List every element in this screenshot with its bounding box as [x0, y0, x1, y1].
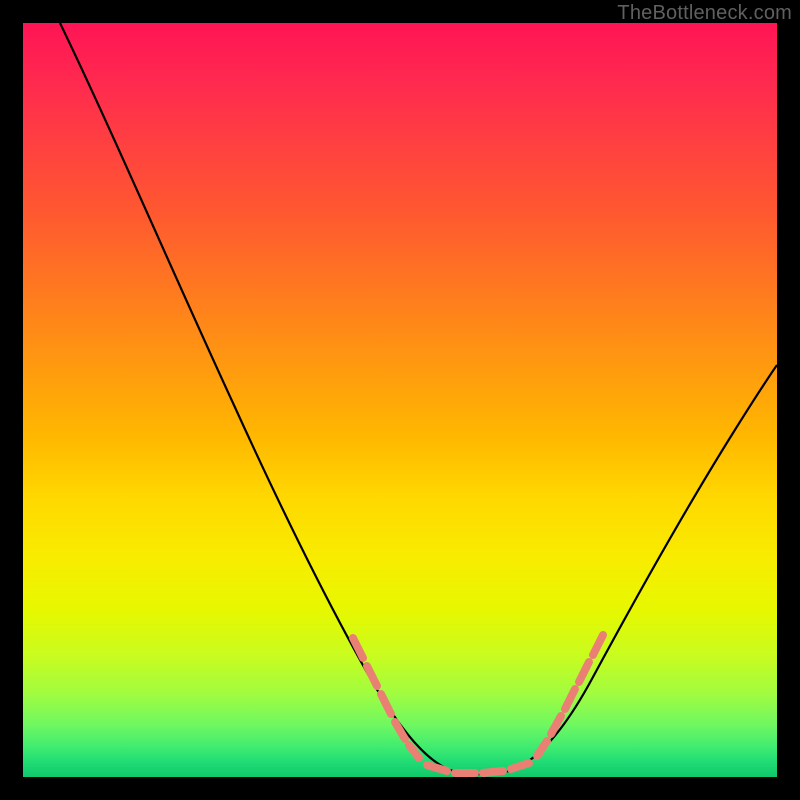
chart-frame: TheBottleneck.com [0, 0, 800, 800]
curve-layer [23, 23, 777, 777]
bottleneck-curve [60, 23, 777, 774]
attribution-watermark: TheBottleneck.com [617, 2, 792, 25]
plot-area [23, 23, 777, 777]
floor-dash-markers [353, 635, 603, 773]
